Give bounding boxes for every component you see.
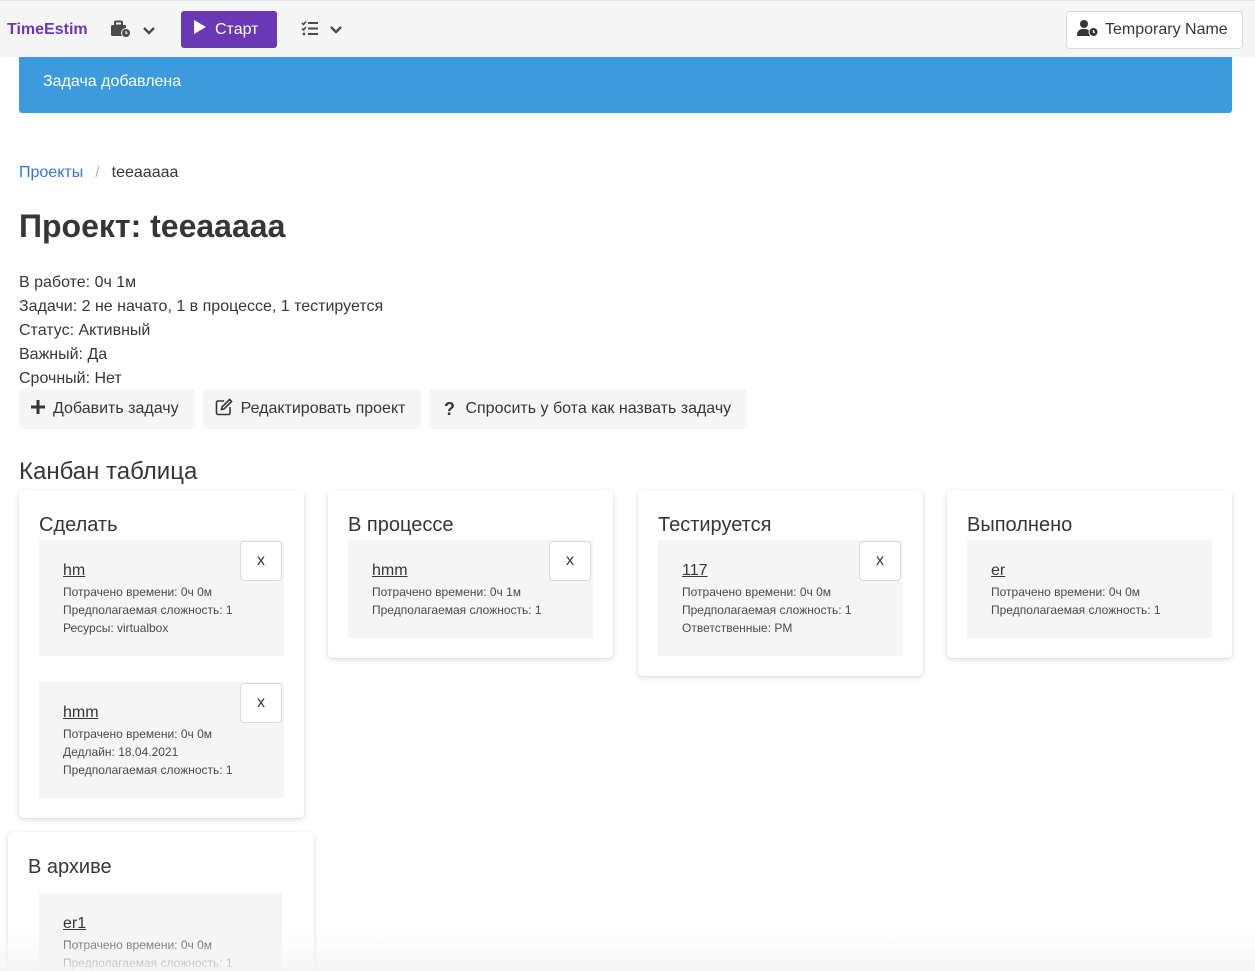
question-icon: ? bbox=[443, 398, 455, 419]
info-status: Статус: Активный bbox=[19, 322, 151, 339]
project-actions: Добавить задачу Редактировать проект ? С… bbox=[19, 389, 748, 429]
ask-bot-button[interactable]: ? Спросить у бота как назвать задачу bbox=[429, 389, 748, 429]
project-info: В работе: 0ч 1м Задачи: 2 не начато, 1 в… bbox=[19, 271, 383, 391]
edit-project-label: Редактировать проект bbox=[240, 400, 406, 417]
delete-task-button[interactable]: x bbox=[240, 541, 282, 581]
task-title-link[interactable]: 117 bbox=[682, 562, 708, 580]
info-urgent: Срочный: Нет bbox=[19, 370, 122, 387]
projects-menu[interactable] bbox=[110, 20, 156, 43]
task-time-spent: Потрачено времени: 0ч 0м bbox=[682, 585, 832, 599]
breadcrumb: Проекты / teeaaaaa bbox=[19, 164, 178, 182]
user-name: Temporary Name bbox=[1105, 21, 1228, 38]
task-time-spent: Потрачено времени: 0ч 0м bbox=[63, 727, 213, 741]
task-details: Потрачено времени: 0ч 0м Предполагаемая … bbox=[63, 936, 233, 971]
column-title: В процессе bbox=[348, 514, 454, 536]
user-clock-icon bbox=[1077, 19, 1099, 42]
kanban-column-done: Выполнено er Потрачено времени: 0ч 0м Пр… bbox=[947, 490, 1232, 658]
task-complexity: Предполагаемая сложность: 1 bbox=[991, 603, 1161, 617]
column-title: В архиве bbox=[28, 856, 112, 878]
task-card[interactable]: hmm Потрачено времени: 0ч 1м Предполагае… bbox=[348, 540, 593, 638]
task-complexity: Предполагаемая сложность: 1 bbox=[63, 956, 233, 970]
chevron-down-icon bbox=[329, 22, 343, 40]
task-details: Потрачено времени: 0ч 0м Предполагаемая … bbox=[63, 583, 233, 637]
info-important: Важный: Да bbox=[19, 346, 108, 363]
task-time-spent: Потрачено времени: 0ч 0м bbox=[63, 585, 213, 599]
kanban-column-todo: Сделать hm Потрачено времени: 0ч 0м Пред… bbox=[19, 490, 304, 818]
task-responsible: Ответственные: PM bbox=[682, 621, 793, 635]
task-card[interactable]: hmm Потрачено времени: 0ч 0м Дедлайн: 18… bbox=[39, 682, 284, 798]
info-time-spent: В работе: 0ч 1м bbox=[19, 274, 137, 291]
breadcrumb-separator: / bbox=[95, 164, 100, 181]
task-details: Потрачено времени: 0ч 0м Предполагаемая … bbox=[991, 583, 1161, 619]
delete-task-button[interactable]: x bbox=[240, 683, 282, 723]
task-card[interactable]: 117 Потрачено времени: 0ч 0м Предполагае… bbox=[658, 540, 903, 656]
info-tasks: Задачи: 2 не начато, 1 в процессе, 1 тес… bbox=[19, 298, 384, 315]
task-details: Потрачено времени: 0ч 1м Предполагаемая … bbox=[372, 583, 542, 619]
column-title: Сделать bbox=[39, 514, 118, 536]
notification-text: Задача добавлена bbox=[43, 73, 182, 90]
kanban-column-archive: В архиве er1 Потрачено времени: 0ч 0м Пр… bbox=[8, 832, 314, 971]
add-task-label: Добавить задачу bbox=[53, 400, 179, 417]
task-details: Потрачено времени: 0ч 0м Дедлайн: 18.04.… bbox=[63, 725, 233, 779]
task-complexity: Предполагаемая сложность: 1 bbox=[372, 603, 542, 617]
briefcase-clock-icon bbox=[110, 20, 132, 43]
task-title-link[interactable]: er1 bbox=[63, 915, 86, 933]
task-title-link[interactable]: hmm bbox=[372, 562, 408, 580]
plus-icon bbox=[31, 399, 45, 419]
task-title-link[interactable]: hm bbox=[63, 562, 85, 580]
task-complexity: Предполагаемая сложность: 1 bbox=[682, 603, 852, 617]
kanban-column-in-progress: В процессе hmm Потрачено времени: 0ч 1м … bbox=[328, 490, 613, 658]
kanban-title: Канбан таблица bbox=[19, 458, 198, 485]
add-task-button[interactable]: Добавить задачу bbox=[19, 389, 195, 429]
task-card[interactable]: hm Потрачено времени: 0ч 0м Предполагаем… bbox=[39, 540, 284, 656]
task-card[interactable]: er Потрачено времени: 0ч 0м Предполагаем… bbox=[967, 540, 1212, 638]
kanban-column-testing: Тестируется 117 Потрачено времени: 0ч 0м… bbox=[638, 490, 923, 676]
column-title: Выполнено bbox=[967, 514, 1073, 536]
tasks-menu[interactable] bbox=[301, 20, 343, 41]
notification-banner: Задача добавлена bbox=[19, 57, 1232, 113]
delete-task-button[interactable]: x bbox=[549, 541, 591, 581]
task-card[interactable]: er1 Потрачено времени: 0ч 0м Предполагае… bbox=[39, 893, 282, 971]
brand-logo[interactable]: TimeEstim bbox=[7, 21, 88, 39]
edit-project-button[interactable]: Редактировать проект bbox=[202, 389, 422, 429]
column-title: Тестируется bbox=[658, 514, 772, 536]
task-time-spent: Потрачено времени: 0ч 0м bbox=[63, 938, 213, 952]
task-complexity: Предполагаемая сложность: 1 bbox=[63, 603, 233, 617]
edit-icon bbox=[215, 397, 233, 421]
user-menu-button[interactable]: Temporary Name bbox=[1066, 11, 1243, 49]
task-resources: Ресурсы: virtualbox bbox=[63, 621, 169, 635]
start-button[interactable]: Старт bbox=[181, 11, 277, 48]
task-deadline: Дедлайн: 18.04.2021 bbox=[63, 745, 179, 759]
task-time-spent: Потрачено времени: 0ч 0м bbox=[991, 585, 1141, 599]
task-time-spent: Потрачено времени: 0ч 1м bbox=[372, 585, 522, 599]
play-icon bbox=[193, 19, 207, 40]
start-button-label: Старт bbox=[215, 20, 259, 38]
navbar: TimeEstim Старт Temporary Name bbox=[0, 0, 1255, 57]
task-title-link[interactable]: er bbox=[991, 562, 1005, 580]
breadcrumb-current: teeaaaaa bbox=[111, 164, 179, 181]
task-title-link[interactable]: hmm bbox=[63, 704, 99, 722]
breadcrumb-projects-link[interactable]: Проекты bbox=[19, 164, 83, 182]
chevron-down-icon bbox=[142, 23, 156, 41]
task-list-icon bbox=[301, 20, 319, 41]
task-details: Потрачено времени: 0ч 0м Предполагаемая … bbox=[682, 583, 852, 637]
page-title: Проект: teeaaaaa bbox=[19, 208, 286, 244]
delete-task-button[interactable]: x bbox=[859, 541, 901, 581]
ask-bot-label: Спросить у бота как назвать задачу bbox=[465, 400, 732, 417]
task-complexity: Предполагаемая сложность: 1 bbox=[63, 763, 233, 777]
